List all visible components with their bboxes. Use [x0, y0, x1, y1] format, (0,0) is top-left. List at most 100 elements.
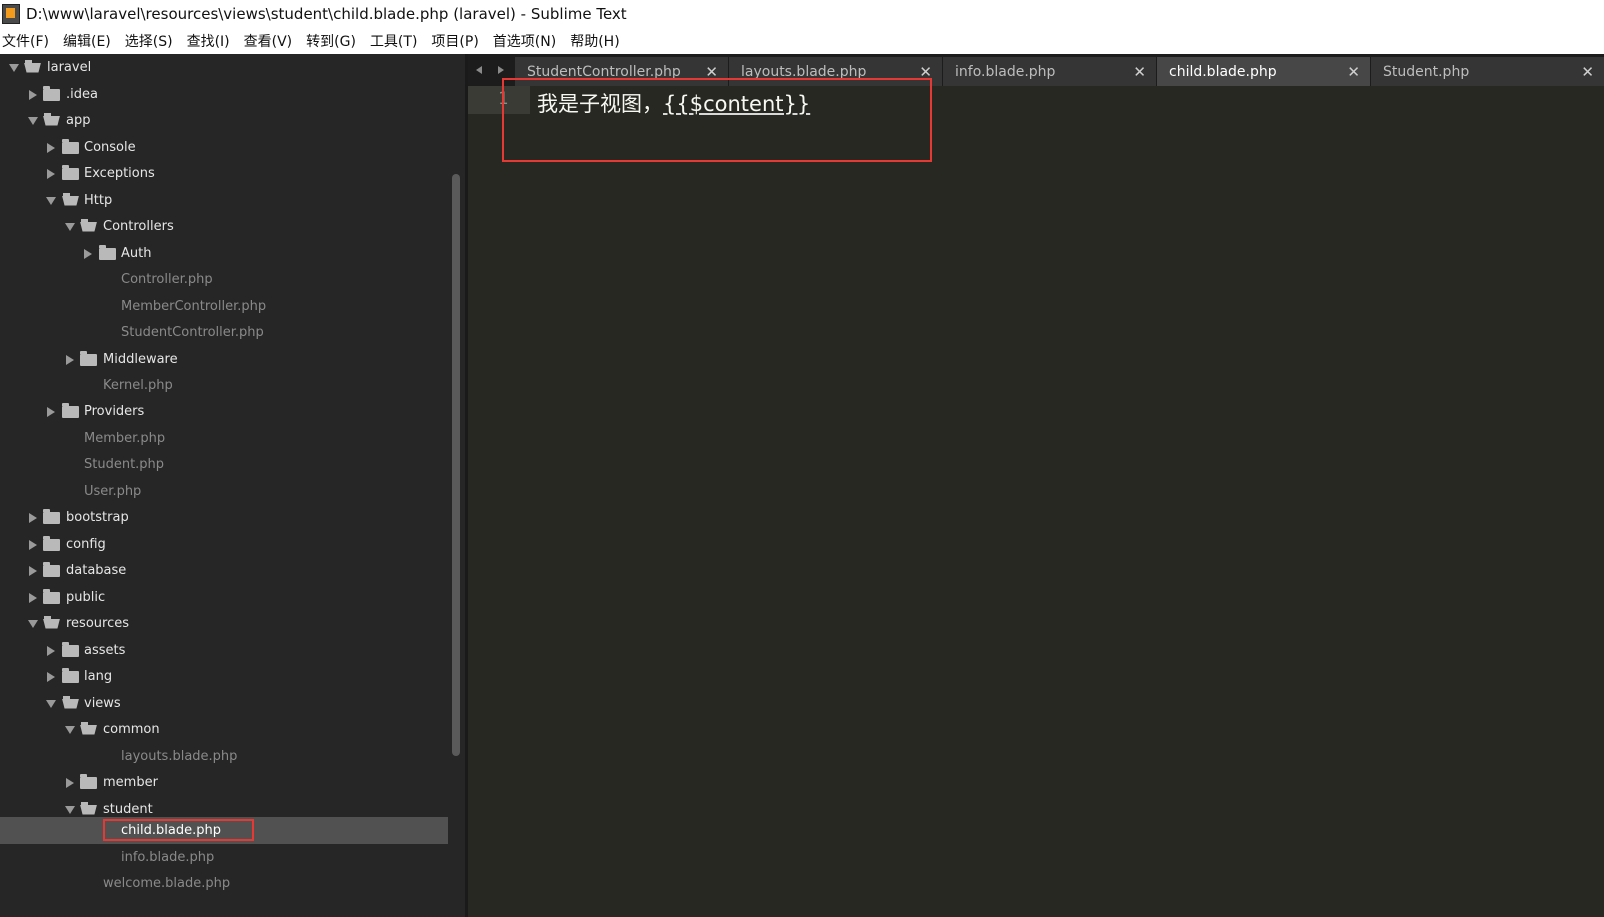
sidebar-item-exceptions[interactable]: Exceptions [0, 160, 456, 187]
folder-icon [43, 561, 60, 577]
disclosure-triangle-icon[interactable] [46, 671, 56, 682]
disclosure-triangle-icon[interactable] [28, 116, 38, 126]
disclosure-triangle-icon[interactable] [46, 142, 56, 153]
menu-project[interactable]: 项目(P) [429, 31, 485, 51]
sidebar-item-studentcontroller-php[interactable]: StudentController.php [0, 319, 456, 346]
sidebar-item-idea[interactable]: .idea [0, 81, 456, 108]
menu-file[interactable]: 文件(F) [0, 31, 56, 51]
folder-open-icon [24, 59, 41, 74]
tab-child-blade-php[interactable]: child.blade.php ✕ [1157, 57, 1370, 86]
sidebar-item-label: StudentController.php [121, 325, 264, 340]
disclosure-triangle-icon[interactable] [65, 354, 75, 365]
menu-edit[interactable]: 编辑(E) [61, 31, 118, 51]
sidebar-item-student-php[interactable]: Student.php [0, 451, 456, 478]
close-icon[interactable]: ✕ [1581, 63, 1594, 81]
close-icon[interactable]: ✕ [1347, 63, 1360, 81]
sidebar-item-app[interactable]: app [0, 107, 456, 134]
disclosure-triangle-icon[interactable] [65, 222, 75, 232]
folder-open-icon [43, 112, 60, 127]
disclosure-triangle-icon[interactable] [46, 196, 56, 206]
sidebar-item-member-php[interactable]: Member.php [0, 425, 456, 452]
sidebar-item-config[interactable]: config [0, 531, 456, 558]
sidebar-item-label: Student.php [84, 457, 165, 472]
sidebar-item-views[interactable]: views [0, 690, 456, 717]
disclosure-triangle-icon[interactable] [28, 565, 38, 576]
sidebar-item-label: Middleware [103, 352, 178, 367]
sidebar-item-label: welcome.blade.php [103, 876, 231, 891]
sidebar-item-welcome-blade-php[interactable]: welcome.blade.php [0, 870, 456, 897]
folder-open-icon [62, 192, 79, 207]
disclosure-triangle-icon[interactable] [83, 248, 93, 259]
disclosure-triangle-icon[interactable] [46, 168, 56, 179]
folder-open-icon [80, 801, 97, 816]
close-icon[interactable]: ✕ [1133, 63, 1146, 81]
sidebar-scrollbar-thumb[interactable] [452, 174, 460, 756]
chevron-left-icon[interactable] [474, 65, 484, 75]
sidebar-item-resources[interactable]: resources [0, 610, 456, 637]
folder-icon [62, 667, 79, 683]
disclosure-triangle-icon[interactable] [65, 777, 75, 788]
disclosure-triangle-icon[interactable] [46, 645, 56, 656]
sidebar-item-label: User.php [84, 484, 142, 499]
sidebar-item-controller-php[interactable]: Controller.php [0, 266, 456, 293]
sidebar-item-label: Kernel.php [103, 378, 173, 393]
sidebar-item-user-php[interactable]: User.php [0, 478, 456, 505]
disclosure-triangle-icon[interactable] [9, 63, 19, 73]
folder-open-icon [62, 695, 79, 710]
highlight-box-sidebar [103, 819, 254, 841]
sidebar-item-lang[interactable]: lang [0, 663, 456, 690]
tab-student-php[interactable]: Student.php ✕ [1371, 57, 1604, 86]
disclosure-triangle-icon[interactable] [28, 619, 38, 629]
sidebar-item-controllers[interactable]: Controllers [0, 213, 456, 240]
menu-preferences[interactable]: 首选项(N) [491, 31, 563, 51]
disclosure-triangle-icon[interactable] [65, 805, 75, 815]
sidebar-item-laravel[interactable]: laravel [0, 54, 456, 81]
sidebar-item-kernel-php[interactable]: Kernel.php [0, 372, 456, 399]
window-title: D:\www\laravel\resources\views\student\c… [26, 5, 627, 23]
folder-icon [80, 773, 97, 789]
sidebar-item-database[interactable]: database [0, 557, 456, 584]
sidebar-item-info-blade-php[interactable]: info.blade.php [0, 844, 456, 871]
disclosure-triangle-icon[interactable] [28, 512, 38, 523]
disclosure-triangle-icon[interactable] [28, 539, 38, 550]
sidebar-item-label: .idea [66, 87, 98, 102]
menu-goto[interactable]: 转到(G) [304, 31, 363, 51]
sidebar-item-label: views [84, 696, 121, 711]
sidebar-item-common[interactable]: common [0, 716, 456, 743]
sidebar-item-assets[interactable]: assets [0, 637, 456, 664]
disclosure-triangle-icon[interactable] [28, 592, 38, 603]
sidebar-item-label: Exceptions [84, 166, 155, 181]
disclosure-triangle-icon[interactable] [65, 725, 75, 735]
menu-view[interactable]: 查看(V) [242, 31, 300, 51]
menu-help[interactable]: 帮助(H) [568, 31, 626, 51]
sidebar-item-label: member [103, 775, 158, 790]
chevron-right-icon[interactable] [496, 65, 506, 75]
code-editor[interactable]: 1 我是子视图，{{$content}} [468, 86, 1604, 917]
sidebar-item-auth[interactable]: Auth [0, 240, 456, 267]
folder-icon [99, 244, 116, 260]
sidebar-item-member[interactable]: member [0, 769, 456, 796]
menu-find[interactable]: 查找(I) [185, 31, 237, 51]
sidebar-item-middleware[interactable]: Middleware [0, 346, 456, 373]
disclosure-triangle-icon[interactable] [28, 89, 38, 100]
disclosure-triangle-icon[interactable] [46, 699, 56, 709]
menu-tools[interactable]: 工具(T) [368, 31, 424, 51]
sidebar-item-label: public [66, 590, 106, 605]
folder-open-icon [80, 218, 97, 233]
disclosure-triangle-icon[interactable] [46, 406, 56, 417]
sidebar-item-bootstrap[interactable]: bootstrap [0, 504, 456, 531]
sublime-text-icon [2, 4, 20, 24]
sidebar-item-membercontroller-php[interactable]: MemberController.php [0, 293, 456, 320]
sidebar-item-layouts-blade-php[interactable]: layouts.blade.php [0, 743, 456, 770]
menu-selection[interactable]: 选择(S) [123, 31, 180, 51]
sidebar-item-console[interactable]: Console [0, 134, 456, 161]
sidebar-item-label: student [103, 802, 153, 817]
folder-icon [80, 350, 97, 366]
sidebar-item-providers[interactable]: Providers [0, 398, 456, 425]
tab-info-blade-php[interactable]: info.blade.php ✕ [943, 57, 1156, 86]
sidebar-item-label: lang [84, 669, 113, 684]
sidebar-item-label: config [66, 537, 106, 552]
sidebar-item-public[interactable]: public [0, 584, 456, 611]
sidebar-item-label: bootstrap [66, 510, 129, 525]
sidebar-item-http[interactable]: Http [0, 187, 456, 214]
